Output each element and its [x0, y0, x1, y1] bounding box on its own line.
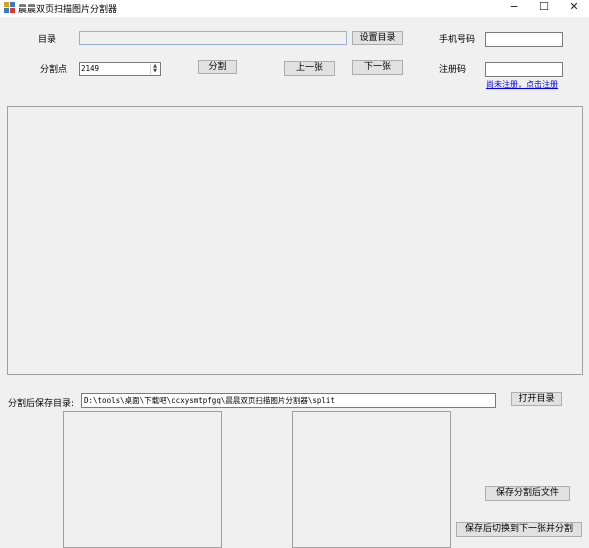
- split-button[interactable]: 分割: [198, 60, 237, 74]
- minimize-button[interactable]: −: [499, 0, 529, 15]
- reg-label: 注册码: [439, 65, 467, 75]
- close-button[interactable]: ✕: [559, 0, 589, 15]
- maximize-button[interactable]: ☐: [529, 0, 559, 15]
- split-point-stepper[interactable]: 2149 ▲ ▼: [79, 62, 161, 76]
- register-link[interactable]: 尚未注册，点击注册: [486, 79, 558, 90]
- save-split-button[interactable]: 保存分割后文件: [485, 486, 570, 501]
- save-and-next-button[interactable]: 保存后切换到下一张并分割: [456, 522, 582, 537]
- image-preview-panel: [7, 106, 583, 375]
- phone-input[interactable]: [485, 32, 563, 47]
- stepper-down-icon[interactable]: ▼: [151, 69, 159, 74]
- save-dir-input[interactable]: D:\tools\桌面\下载吧\ccxysmtpfgq\晨晨双页扫描图片分割器\…: [81, 393, 496, 408]
- save-dir-value: D:\tools\桌面\下载吧\ccxysmtpfgq\晨晨双页扫描图片分割器\…: [84, 396, 335, 405]
- next-button[interactable]: 下一张: [352, 60, 403, 75]
- dir-label: 目录: [38, 35, 57, 45]
- split-point-value: 2149: [81, 64, 100, 73]
- save-dir-label: 分割后保存目录:: [8, 399, 75, 409]
- open-dir-button[interactable]: 打开目录: [511, 392, 562, 406]
- dir-input[interactable]: [79, 31, 347, 45]
- set-dir-button[interactable]: 设置目录: [352, 31, 403, 45]
- split-point-label: 分割点: [40, 65, 68, 75]
- title-bar: 晨晨双页扫描图片分割器 − ☐ ✕: [0, 0, 589, 17]
- right-page-preview: [292, 411, 451, 548]
- window-title: 晨晨双页扫描图片分割器: [18, 5, 118, 15]
- phone-label: 手机号码: [439, 35, 476, 45]
- prev-button[interactable]: 上一张: [284, 61, 335, 76]
- left-page-preview: [63, 411, 222, 548]
- reg-code-input[interactable]: [485, 62, 563, 77]
- app-icon: [4, 2, 15, 13]
- stepper-arrows[interactable]: ▲ ▼: [150, 64, 159, 74]
